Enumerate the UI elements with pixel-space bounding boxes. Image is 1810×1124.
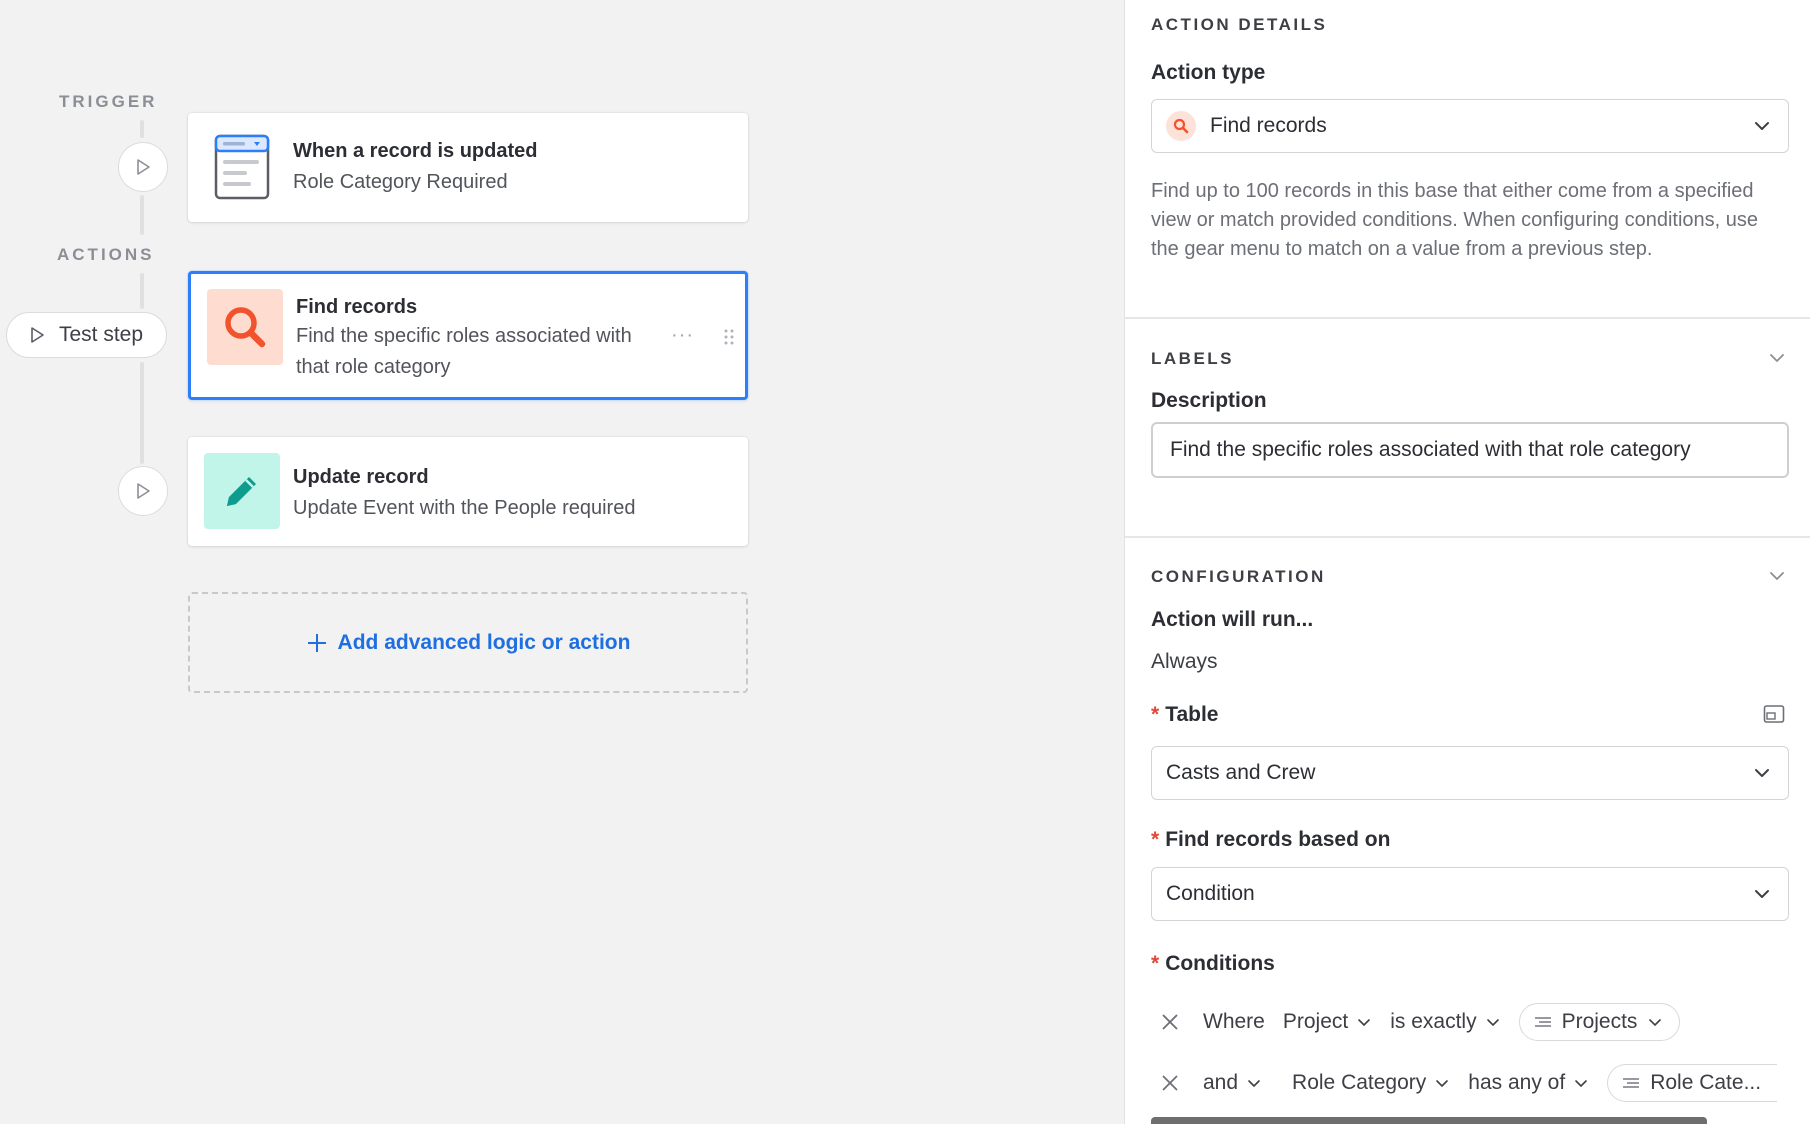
trigger-section-label: TRIGGER xyxy=(59,92,158,111)
connector-line xyxy=(140,362,144,464)
action-details-heading: ACTION DETAILS xyxy=(1151,15,1328,34)
divider xyxy=(1125,536,1810,538)
action-will-run-value: Always xyxy=(1151,650,1218,673)
expand-table-icon[interactable] xyxy=(1763,704,1785,724)
description-input[interactable] xyxy=(1151,422,1789,478)
search-icon xyxy=(1166,111,1196,141)
action-type-label: Action type xyxy=(1151,61,1266,84)
condition-field-select[interactable]: Project xyxy=(1283,1010,1372,1034)
find-records-based-on-select[interactable]: Condition xyxy=(1151,867,1789,921)
find-records-title: Find records xyxy=(296,296,418,318)
chevron-down-icon xyxy=(1248,1080,1260,1088)
action-details-panel: ACTION DETAILS Action type Find records … xyxy=(1124,0,1810,1124)
chevron-down-icon xyxy=(1436,1080,1449,1088)
test-step-button[interactable]: Test step xyxy=(6,312,167,358)
test-trigger-button[interactable] xyxy=(118,142,168,192)
condition-value-select[interactable]: Projects xyxy=(1518,1003,1681,1041)
action-type-value: Find records xyxy=(1210,114,1327,137)
find-records-card[interactable]: Find records Find the specific roles ass… xyxy=(188,271,748,400)
chevron-down-icon xyxy=(1649,1019,1662,1027)
remove-condition-close-icon[interactable] xyxy=(1159,1011,1181,1033)
update-record-title: Update record xyxy=(293,466,429,488)
action-will-run-label: Action will run... xyxy=(1151,608,1314,631)
action-type-description: Find up to 100 records in this base that… xyxy=(1151,180,1758,260)
record-updated-form-icon xyxy=(204,129,280,205)
labels-heading: LABELS xyxy=(1151,349,1234,368)
condition-row: Where Project is exactly Projects xyxy=(1151,1001,1681,1043)
description-label: Description xyxy=(1151,389,1267,412)
chevron-down-icon xyxy=(1755,769,1769,777)
required-marker: * xyxy=(1151,952,1160,975)
trigger-subtitle: Role Category Required xyxy=(293,171,508,193)
action-type-select[interactable]: Find records xyxy=(1151,99,1789,153)
find-records-based-on-value: Condition xyxy=(1166,882,1255,905)
actions-section-label: ACTIONS xyxy=(57,245,155,264)
add-advanced-logic-label: Add advanced logic or action xyxy=(337,630,631,654)
conditions-label: * Conditions xyxy=(1151,952,1275,975)
condition-conjunction-select[interactable]: and xyxy=(1203,1071,1262,1095)
remove-condition-close-icon[interactable] xyxy=(1159,1072,1181,1094)
condition-conjunction: Where xyxy=(1203,1010,1265,1033)
connector-line xyxy=(140,195,144,235)
table-label: * Table xyxy=(1151,703,1219,726)
update-record-card[interactable]: Update record Update Event with the Peop… xyxy=(188,437,748,546)
chevron-down-icon xyxy=(1358,1019,1371,1027)
connector-line xyxy=(140,273,144,309)
trigger-title: When a record is updated xyxy=(293,140,538,162)
play-icon xyxy=(137,483,150,499)
plus-icon xyxy=(307,633,326,652)
required-marker: * xyxy=(1151,703,1160,726)
update-record-subtitle: Update Event with the People required xyxy=(293,497,636,519)
find-records-based-on-label: * Find records based on xyxy=(1151,828,1391,851)
search-icon xyxy=(207,289,283,365)
horizontal-scrollbar[interactable] xyxy=(1151,1117,1707,1124)
pencil-icon xyxy=(204,453,280,529)
table-select[interactable]: Casts and Crew xyxy=(1151,746,1789,800)
trigger-card[interactable]: When a record is updated Role Category R… xyxy=(188,113,748,222)
required-marker: * xyxy=(1151,828,1160,851)
divider xyxy=(1125,317,1810,319)
condition-field-select[interactable]: Role Category xyxy=(1292,1071,1450,1095)
chevron-down-icon xyxy=(1575,1080,1587,1088)
chevron-down-icon xyxy=(1755,890,1769,898)
condition-operator-select[interactable]: has any of xyxy=(1468,1071,1589,1095)
table-value: Casts and Crew xyxy=(1166,761,1316,784)
labels-collapse-chevron-icon[interactable] xyxy=(1768,349,1786,367)
condition-value-select[interactable]: Role Cate... xyxy=(1607,1064,1778,1102)
chevron-down-icon xyxy=(1755,122,1769,130)
configuration-heading: CONFIGURATION xyxy=(1151,567,1326,586)
more-options-button[interactable]: ··· xyxy=(671,324,694,347)
test-update-record-button[interactable] xyxy=(118,466,168,516)
add-advanced-logic-button[interactable]: Add advanced logic or action xyxy=(188,592,748,693)
linked-record-icon xyxy=(1534,1017,1551,1027)
condition-operator-select[interactable]: is exactly xyxy=(1390,1010,1500,1034)
play-icon xyxy=(31,327,44,343)
drag-handle-icon[interactable] xyxy=(723,328,735,346)
linked-record-icon xyxy=(1623,1078,1640,1088)
automation-canvas: TRIGGER ACTIONS Test step When a record … xyxy=(0,0,1124,1124)
connector-line xyxy=(140,120,144,138)
chevron-down-icon xyxy=(1486,1019,1499,1027)
play-icon xyxy=(137,159,150,175)
test-step-label: Test step xyxy=(59,323,144,346)
find-records-subtitle: Find the specific roles associated with … xyxy=(296,325,632,378)
condition-row: and Role Category has any of Role Cate..… xyxy=(1151,1062,1778,1104)
configuration-collapse-chevron-icon[interactable] xyxy=(1768,567,1786,585)
